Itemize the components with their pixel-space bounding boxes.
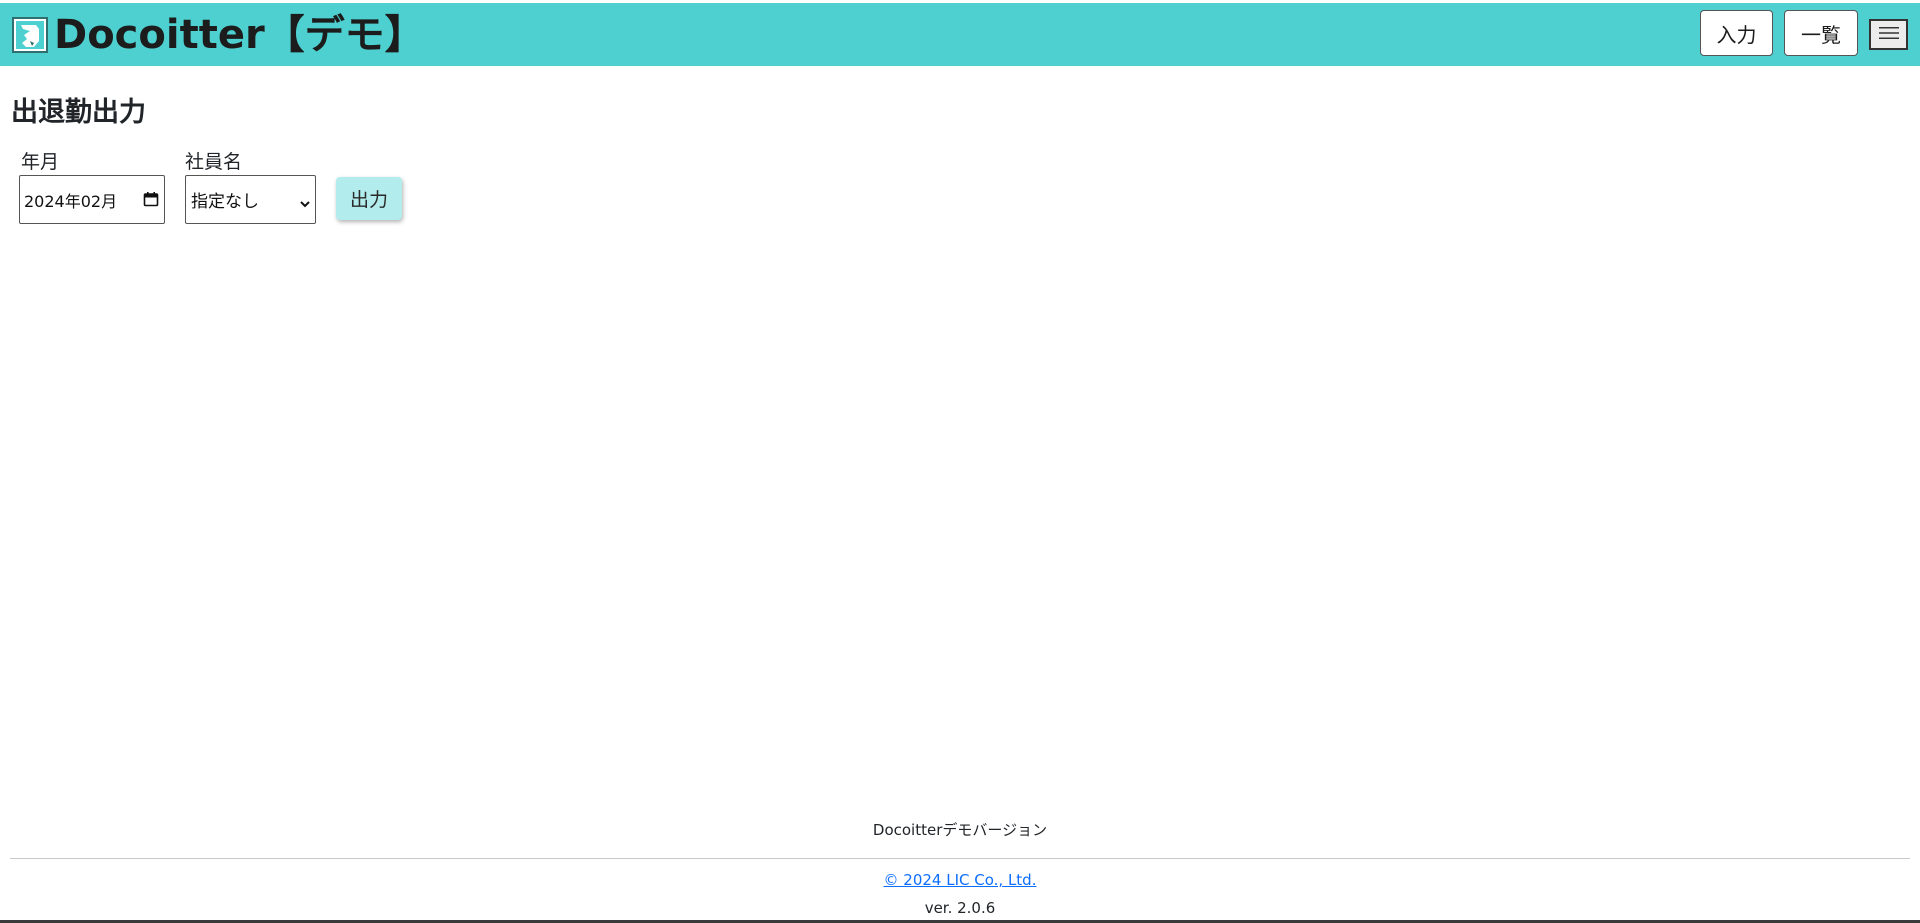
menu-toggle-button[interactable] (1869, 19, 1908, 50)
page: Docoitter【デモ】 入力 一覧 出退勤出力 年月 2024年02月 社員… (0, 0, 1920, 923)
employee-select[interactable]: 指定なし (185, 175, 316, 224)
output-button[interactable]: 出力 (336, 177, 402, 220)
page-title: 出退勤出力 (11, 97, 146, 128)
docoitter-logo-icon (12, 17, 48, 53)
hamburger-menu-icon (1878, 25, 1900, 45)
app-title: Docoitter【デモ】 (54, 12, 425, 58)
chevron-down-icon (299, 194, 311, 214)
footer-divider (10, 858, 1910, 859)
nav-list-button[interactable]: 一覧 (1784, 10, 1858, 56)
version-text: ver. 2.0.6 (924, 899, 996, 917)
brand[interactable]: Docoitter【デモ】 (12, 15, 425, 55)
month-input[interactable]: 2024年02月 (19, 175, 165, 224)
nav-input-button[interactable]: 入力 (1700, 10, 1773, 56)
copyright-link[interactable]: © 2024 LIC Co., Ltd. (884, 871, 1037, 889)
calendar-icon[interactable] (143, 191, 159, 211)
employee-selected-value: 指定なし (191, 192, 259, 212)
month-value: 2024年02月 (24, 191, 118, 211)
footer-subtitle: Docoitterデモバージョン (872, 821, 1048, 839)
month-label: 年月 (21, 151, 60, 173)
employee-label: 社員名 (185, 151, 243, 173)
app-header: Docoitter【デモ】 入力 一覧 (0, 3, 1920, 66)
footer-copyright: © 2024 LIC Co., Ltd. (0, 871, 1920, 889)
